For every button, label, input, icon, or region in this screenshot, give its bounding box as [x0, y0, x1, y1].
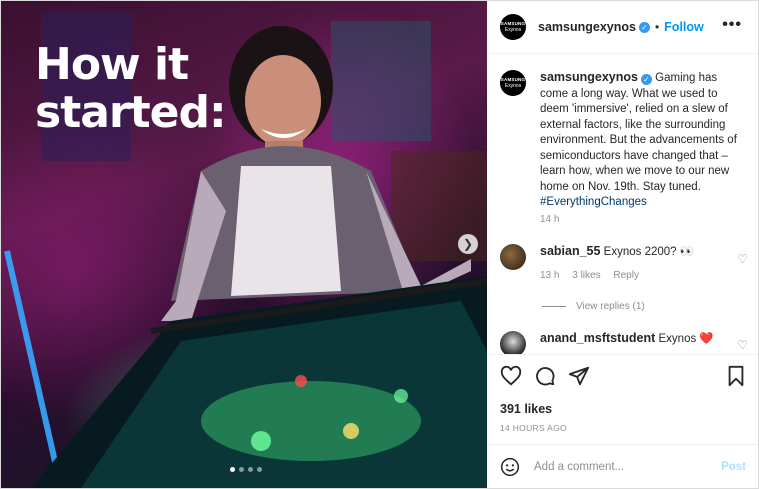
- action-icons: [500, 365, 590, 387]
- carousel-dot: [257, 467, 262, 472]
- comment-username[interactable]: sabian_55: [540, 244, 600, 258]
- headline-line-2: started:: [35, 87, 227, 138]
- emoji-icon[interactable]: [500, 457, 520, 477]
- comment-meta: 13 h 3 likes Reply: [540, 268, 730, 283]
- add-comment-bar: Post: [488, 444, 758, 488]
- post-dialog: How it started: ❯ SAMSUNG Exynos samsung…: [0, 0, 759, 489]
- caption: SAMSUNG Exynos samsungexynos ✓ Gaming has…: [500, 70, 748, 211]
- comment-like-heart-icon[interactable]: ♡: [737, 252, 748, 266]
- caption-text-block: samsungexynos ✓ Gaming has come a long wa…: [540, 70, 748, 211]
- headline-line-1: How it: [35, 39, 189, 90]
- share-icon[interactable]: [568, 365, 590, 387]
- comment-time: 13 h: [540, 270, 560, 281]
- carousel-dot: [248, 467, 253, 472]
- caption-time: 14 h: [540, 214, 560, 225]
- headline-overlay: How it started:: [35, 39, 227, 138]
- post-comment-button[interactable]: Post: [721, 461, 746, 473]
- verified-badge-icon: ✓: [638, 21, 650, 33]
- commenter-avatar[interactable]: [500, 244, 526, 270]
- comment-item: sabian_55 Exynos 2200? 👀 13 h 3 likes Re…: [500, 244, 730, 283]
- comment-item: anand_msftstudent Exynos ❤️: [500, 331, 730, 354]
- verified-badge-icon: ✓: [640, 74, 652, 86]
- comment-likes[interactable]: 3 likes: [572, 270, 600, 281]
- heart-icon[interactable]: [500, 365, 522, 387]
- carousel-dot: [239, 467, 244, 472]
- carousel-indicator: [230, 467, 262, 472]
- commenter-avatar[interactable]: [500, 331, 526, 354]
- likes-count[interactable]: 391 likes: [500, 402, 552, 416]
- comment-text: Exynos ❤️: [658, 333, 714, 345]
- header-username[interactable]: samsungexynos: [538, 20, 636, 34]
- comments-list[interactable]: SAMSUNG Exynos samsungexynos ✓ Gaming has…: [488, 54, 758, 354]
- comment-username[interactable]: anand_msftstudent: [540, 331, 655, 345]
- caption-text: Gaming has come a long way. What we used…: [540, 72, 737, 193]
- avatar-text-bottom: Exynos: [504, 83, 522, 89]
- header-separator: •: [654, 20, 660, 34]
- post-header: SAMSUNG Exynos samsungexynos ✓ • Follow …: [488, 1, 758, 54]
- more-options-icon[interactable]: •••: [722, 16, 742, 34]
- comment-text: Exynos 2200? 👀: [603, 246, 695, 258]
- comment-body: anand_msftstudent Exynos ❤️: [540, 331, 730, 347]
- carousel-dot: [230, 467, 235, 472]
- post-actions: 391 likes 14 HOURS AGO: [488, 354, 758, 445]
- hashtag-link[interactable]: #EverythingChanges: [540, 196, 647, 208]
- bookmark-icon[interactable]: [726, 365, 746, 387]
- comment-like-heart-icon[interactable]: ♡: [737, 338, 748, 352]
- comment-body: sabian_55 Exynos 2200? 👀 13 h 3 likes Re…: [540, 244, 730, 283]
- view-replies[interactable]: View replies (1): [542, 301, 645, 312]
- comment-icon[interactable]: [534, 365, 556, 387]
- chevron-right-icon[interactable]: ❯: [458, 234, 478, 254]
- post-image[interactable]: How it started: ❯: [1, 1, 487, 488]
- post-timestamp: 14 HOURS AGO: [500, 423, 567, 433]
- caption-username[interactable]: samsungexynos: [540, 70, 638, 84]
- avatar-text-bottom: Exynos: [504, 27, 522, 33]
- caption-avatar[interactable]: SAMSUNG Exynos: [500, 70, 526, 96]
- view-replies-label[interactable]: View replies (1): [576, 301, 645, 312]
- reply-button[interactable]: Reply: [613, 270, 639, 281]
- avatar[interactable]: SAMSUNG Exynos: [500, 14, 526, 40]
- post-sidebar: SAMSUNG Exynos samsungexynos ✓ • Follow …: [488, 1, 758, 488]
- replies-divider: [542, 306, 566, 307]
- add-comment-input[interactable]: [532, 460, 706, 474]
- follow-button[interactable]: Follow: [664, 20, 704, 34]
